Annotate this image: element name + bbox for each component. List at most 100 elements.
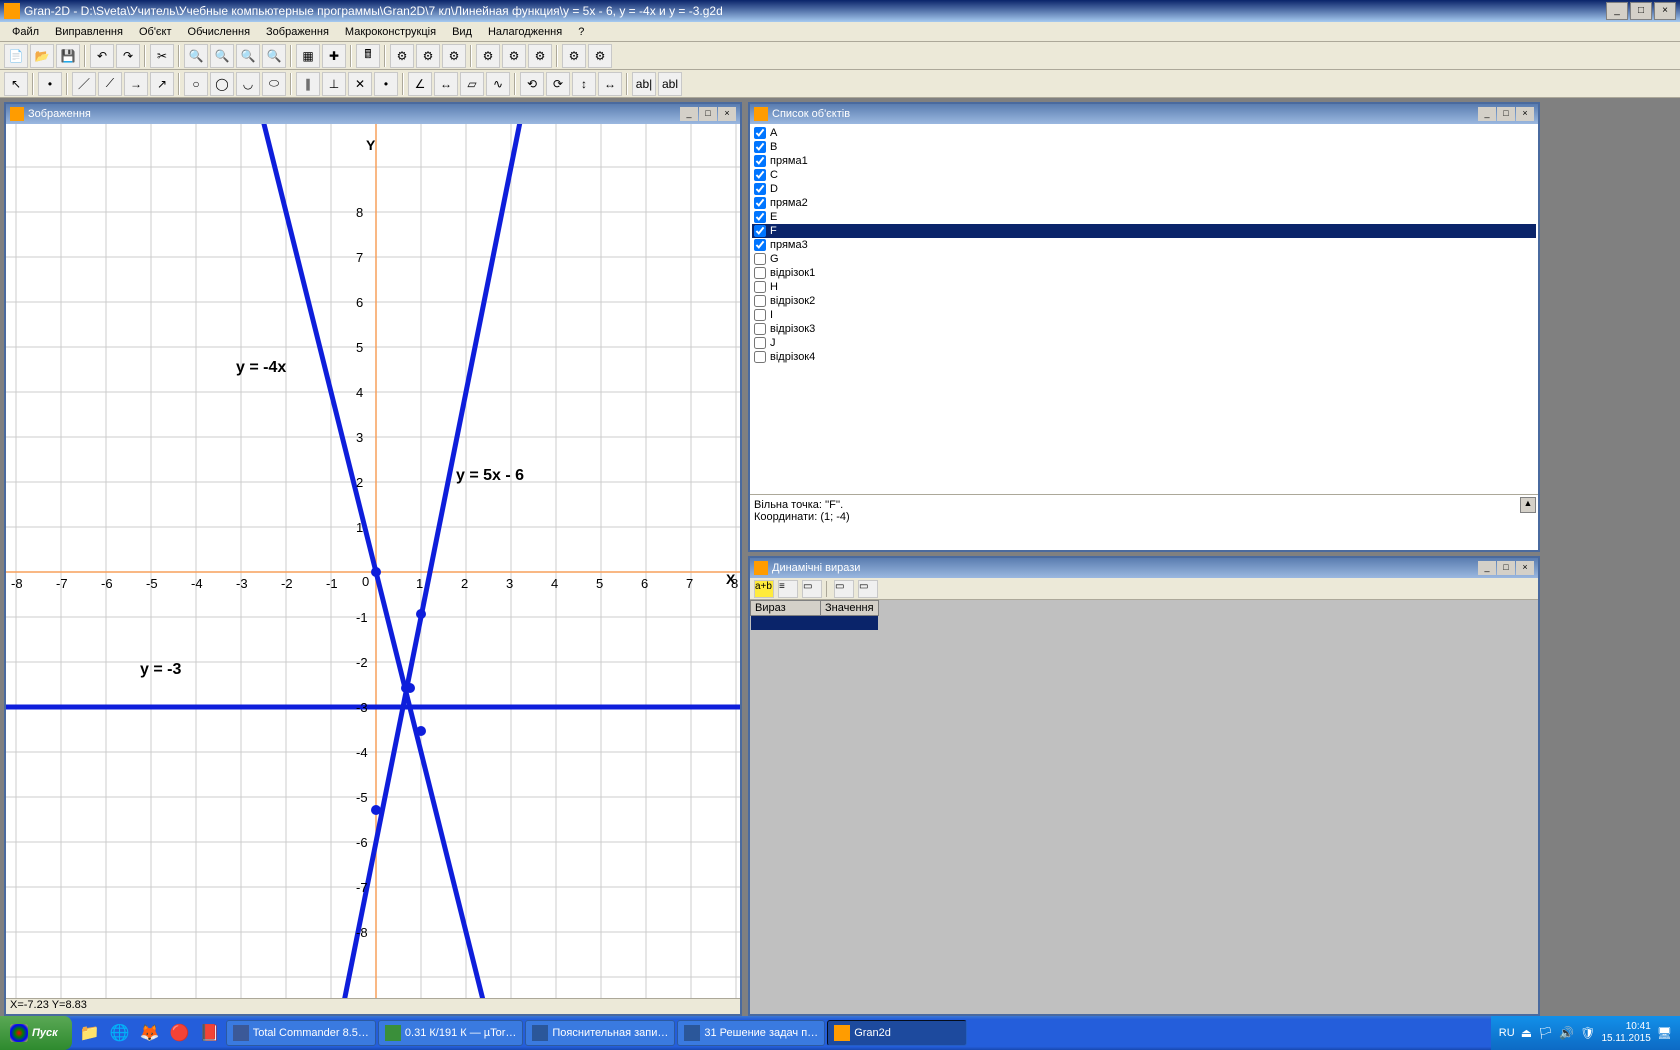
object-checkbox[interactable] [754,239,766,251]
object-checkbox[interactable] [754,309,766,321]
task-utorrent[interactable]: 0.31 К/191 К — µTor… [378,1020,523,1046]
transform-a-tool[interactable]: ⟲ [520,72,544,96]
object-checkbox[interactable] [754,169,766,181]
object-checkbox[interactable] [754,253,766,265]
object-item[interactable]: пряма3 [752,238,1536,252]
graph-minimize[interactable]: _ [680,107,698,121]
object-checkbox[interactable] [754,211,766,223]
col-expression[interactable]: Вираз [751,601,821,616]
object-item[interactable]: A [752,126,1536,140]
locus-tool[interactable]: ∿ [486,72,510,96]
object-item[interactable]: I [752,308,1536,322]
zoom-window-button[interactable]: 🔍 [262,44,286,68]
line-tool[interactable]: ／ [72,72,96,96]
arc-tool[interactable]: ◡ [236,72,260,96]
object-item[interactable]: D [752,182,1536,196]
maximize-button[interactable]: □ [1630,2,1652,20]
save-button[interactable]: 💾 [56,44,80,68]
show-desktop[interactable]: 🖥 [1657,1026,1672,1040]
task-gran2d[interactable]: Gran2d [827,1020,967,1046]
quicklaunch-app[interactable]: 📕 [196,1019,224,1047]
quicklaunch-firefox[interactable]: 🦊 [136,1019,164,1047]
zoom-fit-button[interactable]: 🔍 [236,44,260,68]
zoom-in-button[interactable]: 🔍 [184,44,208,68]
object-checkbox[interactable] [754,127,766,139]
bisector-tool[interactable]: ✕ [348,72,372,96]
circle3-tool[interactable]: ◯ [210,72,234,96]
col-value[interactable]: Значення [821,601,879,616]
label-tool[interactable]: abl [658,72,682,96]
tool-g-button[interactable]: ⚙ [562,44,586,68]
perpendicular-tool[interactable]: ⊥ [322,72,346,96]
tool-d-button[interactable]: ⚙ [476,44,500,68]
task-totalcommander[interactable]: Total Commander 8.5… [226,1020,376,1046]
object-checkbox[interactable] [754,281,766,293]
select-tool[interactable]: ↖ [4,72,28,96]
angle-tool[interactable]: ∠ [408,72,432,96]
expr-tool-2[interactable]: ▭ [802,580,822,598]
dynamic-close[interactable]: × [1516,561,1534,575]
start-button[interactable]: Пуск [0,1016,72,1050]
circle-tool[interactable]: ○ [184,72,208,96]
tray-icon-4[interactable]: 🛡 [1580,1026,1595,1040]
close-button[interactable]: × [1654,2,1676,20]
object-checkbox[interactable] [754,351,766,363]
tool-c-button[interactable]: ⚙ [442,44,466,68]
quicklaunch-ie[interactable]: 🌐 [106,1019,134,1047]
transform-b-tool[interactable]: ⟳ [546,72,570,96]
transform-c-tool[interactable]: ↕ [572,72,596,96]
tool-b-button[interactable]: ⚙ [416,44,440,68]
object-item[interactable]: F [752,224,1536,238]
calc-button[interactable]: 🖩 [356,44,380,68]
text-tool[interactable]: ab| [632,72,656,96]
language-indicator[interactable]: RU [1499,1027,1515,1039]
scroll-up-icon[interactable]: ▲ [1520,497,1536,513]
objects-close[interactable]: × [1516,107,1534,121]
object-item[interactable]: E [752,210,1536,224]
task-word-2[interactable]: 31 Решение задач п… [677,1020,825,1046]
quicklaunch-opera[interactable]: 🔴 [166,1019,194,1047]
menu-calc[interactable]: Обчислення [180,24,259,40]
point-tool[interactable]: • [38,72,62,96]
undo-button[interactable]: ↶ [90,44,114,68]
object-item[interactable]: пряма1 [752,154,1536,168]
object-checkbox[interactable] [754,323,766,335]
menu-debug[interactable]: Налагодження [480,24,570,40]
area-tool[interactable]: ▱ [460,72,484,96]
menu-view[interactable]: Вид [444,24,480,40]
cut-button[interactable]: ✂ [150,44,174,68]
ellipse-tool[interactable]: ⬭ [262,72,286,96]
object-item[interactable]: відрізок3 [752,322,1536,336]
graph-canvas[interactable]: Y X y = -4x y = 5x - 6 y = -3 -8-7-6-5-4… [6,124,740,998]
object-item[interactable]: відрізок1 [752,266,1536,280]
menu-macro[interactable]: Макроконструкція [337,24,444,40]
graph-close[interactable]: × [718,107,736,121]
object-checkbox[interactable] [754,267,766,279]
tool-h-button[interactable]: ⚙ [588,44,612,68]
new-button[interactable]: 📄 [4,44,28,68]
object-item[interactable]: H [752,280,1536,294]
expr-tool-3[interactable]: ▭ [834,580,854,598]
midpoint-tool[interactable]: • [374,72,398,96]
menu-object[interactable]: Об'єкт [131,24,180,40]
dynamic-minimize[interactable]: _ [1478,561,1496,575]
object-checkbox[interactable] [754,141,766,153]
menu-image[interactable]: Зображення [258,24,337,40]
distance-tool[interactable]: ↔ [434,72,458,96]
menu-help[interactable]: ? [570,24,592,40]
dynamic-maximize[interactable]: □ [1497,561,1515,575]
expr-add-button[interactable]: a+b [754,580,774,598]
parallel-tool[interactable]: ∥ [296,72,320,96]
tray-icon-2[interactable]: 🏳 [1538,1026,1553,1040]
objects-maximize[interactable]: □ [1497,107,1515,121]
task-word-1[interactable]: Пояснительная запи… [525,1020,675,1046]
object-item[interactable]: пряма2 [752,196,1536,210]
vector-tool[interactable]: ↗ [150,72,174,96]
grid-button[interactable]: ▦ [296,44,320,68]
object-checkbox[interactable] [754,295,766,307]
tray-icon-1[interactable]: ⏏ [1521,1026,1532,1040]
object-item[interactable]: B [752,140,1536,154]
redo-button[interactable]: ↷ [116,44,140,68]
open-button[interactable]: 📂 [30,44,54,68]
object-checkbox[interactable] [754,183,766,195]
